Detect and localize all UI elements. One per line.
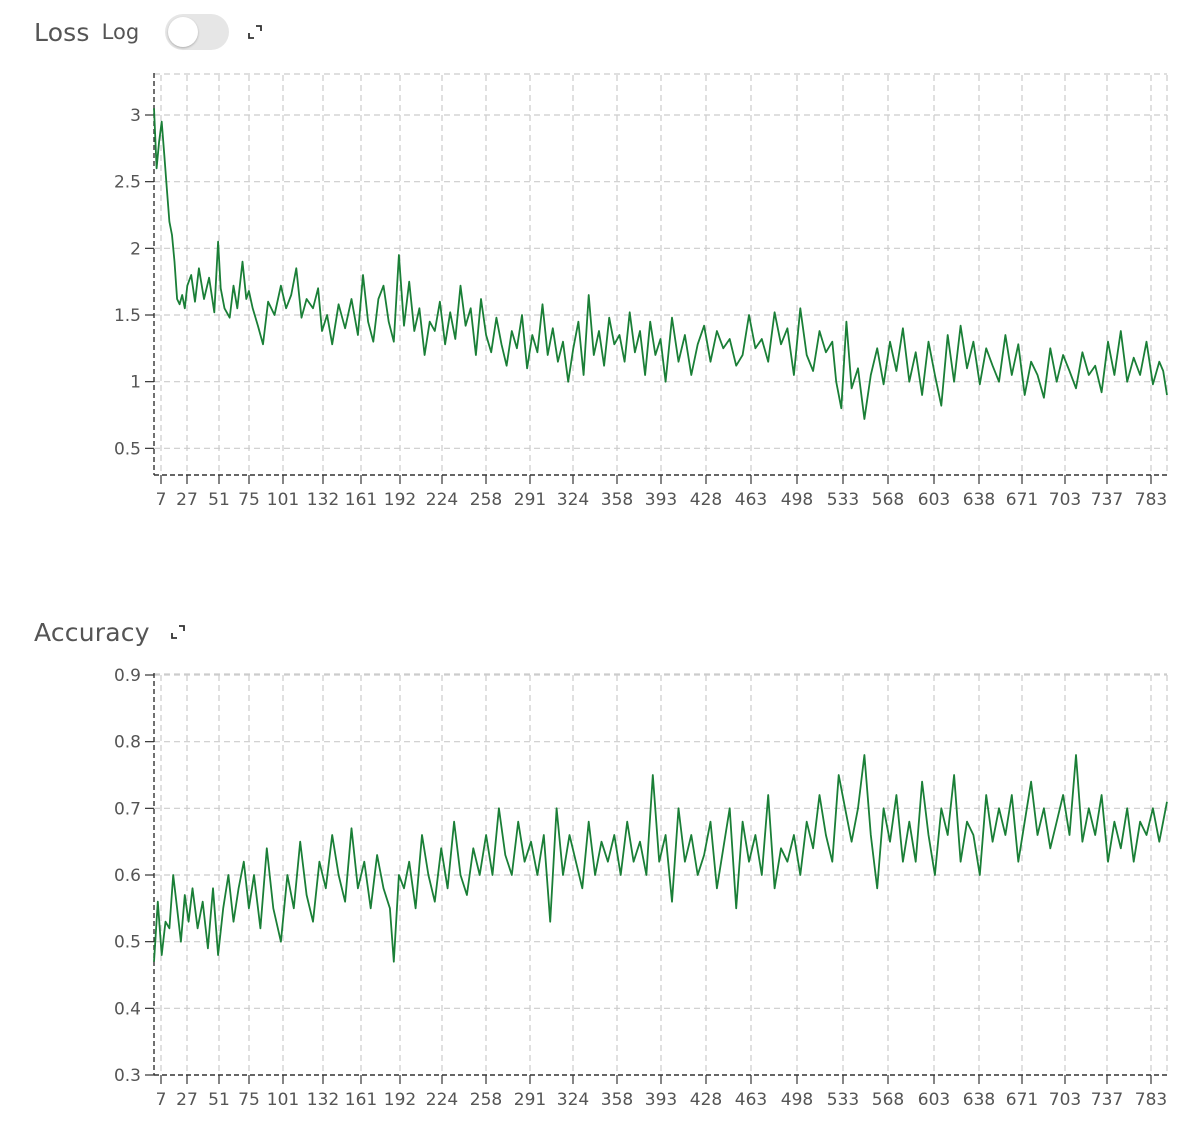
loss-x-tick-label: 498 xyxy=(781,490,813,510)
accuracy-x-tick-label: 192 xyxy=(384,1090,416,1110)
loss-chart-panel: Loss Log 0.5 1 1.5 2 2.5 3 7 27 51 75 101 132 161 192… xyxy=(0,0,1192,540)
loss-x-tick-label: 603 xyxy=(918,490,950,510)
loss-y-tick-label: 2.5 xyxy=(114,173,141,193)
accuracy-x-tick-label: 258 xyxy=(470,1090,502,1110)
accuracy-chart-panel: Accuracy 0.3 0.4 0.5 0.6 0.7 0.8 0.9 7 27 51 75 101… xyxy=(0,600,1192,1132)
accuracy-x-tick-label: 224 xyxy=(426,1090,458,1110)
accuracy-x-tick-label: 463 xyxy=(735,1090,767,1110)
accuracy-y-tick-label: 0.7 xyxy=(114,799,141,819)
accuracy-x-tick-label: 51 xyxy=(208,1090,230,1110)
accuracy-x-tick-label: 568 xyxy=(872,1090,904,1110)
loss-x-tick-label: 101 xyxy=(267,490,299,510)
loss-x-tick-label: 291 xyxy=(514,490,546,510)
loss-x-tick-label: 703 xyxy=(1049,490,1081,510)
accuracy-y-tick-label: 0.8 xyxy=(114,733,141,753)
accuracy-y-tick-label: 0.4 xyxy=(114,999,141,1019)
accuracy-x-tick-label: 291 xyxy=(514,1090,546,1110)
accuracy-x-tick-label: 132 xyxy=(307,1090,339,1110)
loss-x-tick-label: 783 xyxy=(1135,490,1167,510)
loss-y-tick-label: 1.5 xyxy=(114,306,141,326)
loss-x-tick-label: 51 xyxy=(208,490,230,510)
loss-x-tick-label: 161 xyxy=(345,490,377,510)
loss-x-tick-label: 463 xyxy=(735,490,767,510)
loss-y-tick-label: 2 xyxy=(130,239,141,259)
accuracy-x-tick-label: 603 xyxy=(918,1090,950,1110)
accuracy-y-tick-label: 0.6 xyxy=(114,866,141,886)
loss-x-tick-label: 393 xyxy=(645,490,677,510)
accuracy-y-tick-label: 0.5 xyxy=(114,933,141,953)
accuracy-x-tick-label: 428 xyxy=(690,1090,722,1110)
accuracy-x-tick-label: 358 xyxy=(601,1090,633,1110)
loss-x-tick-label: 737 xyxy=(1091,490,1123,510)
loss-x-tick-label: 568 xyxy=(872,490,904,510)
loss-y-tick-label: 3 xyxy=(130,106,141,126)
accuracy-x-tick-label: 783 xyxy=(1135,1090,1167,1110)
loss-chart: 0.5 1 1.5 2 2.5 3 7 27 51 75 101 132 161 192 224 258 291… xyxy=(114,73,1168,510)
loss-x-tick-label: 324 xyxy=(557,490,589,510)
loss-y-tick-label: 1 xyxy=(130,373,141,393)
loss-x-tick-label: 428 xyxy=(690,490,722,510)
accuracy-x-tick-label: 671 xyxy=(1006,1090,1038,1110)
accuracy-x-tick-label: 393 xyxy=(645,1090,677,1110)
accuracy-x-tick-label: 638 xyxy=(963,1090,995,1110)
accuracy-x-tick-label: 737 xyxy=(1091,1090,1123,1110)
loss-x-tick-label: 224 xyxy=(426,490,458,510)
accuracy-chart: 0.3 0.4 0.5 0.6 0.7 0.8 0.9 7 27 51 75 101 132 161 192… xyxy=(114,666,1168,1110)
loss-x-tick-label: 7 xyxy=(156,490,167,510)
accuracy-x-tick-label: 27 xyxy=(176,1090,198,1110)
loss-y-tick-label: 0.5 xyxy=(114,439,141,459)
accuracy-y-tick-label: 0.3 xyxy=(114,1066,141,1086)
accuracy-x-tick-label: 7 xyxy=(156,1090,167,1110)
loss-x-tick-label: 533 xyxy=(827,490,859,510)
loss-x-tick-label: 132 xyxy=(307,490,339,510)
accuracy-x-tick-label: 324 xyxy=(557,1090,589,1110)
accuracy-x-tick-label: 703 xyxy=(1049,1090,1081,1110)
loss-series-line xyxy=(153,108,1168,420)
loss-x-tick-label: 258 xyxy=(470,490,502,510)
loss-x-tick-label: 27 xyxy=(176,490,198,510)
loss-x-tick-label: 671 xyxy=(1006,490,1038,510)
loss-x-tick-label: 358 xyxy=(601,490,633,510)
accuracy-x-tick-label: 533 xyxy=(827,1090,859,1110)
accuracy-x-tick-label: 75 xyxy=(238,1090,260,1110)
accuracy-x-tick-label: 161 xyxy=(345,1090,377,1110)
loss-x-tick-label: 192 xyxy=(384,490,416,510)
accuracy-x-tick-label: 498 xyxy=(781,1090,813,1110)
loss-x-tick-label: 75 xyxy=(238,490,260,510)
loss-x-tick-label: 638 xyxy=(963,490,995,510)
accuracy-x-tick-label: 101 xyxy=(267,1090,299,1110)
accuracy-y-tick-label: 0.9 xyxy=(114,666,141,686)
